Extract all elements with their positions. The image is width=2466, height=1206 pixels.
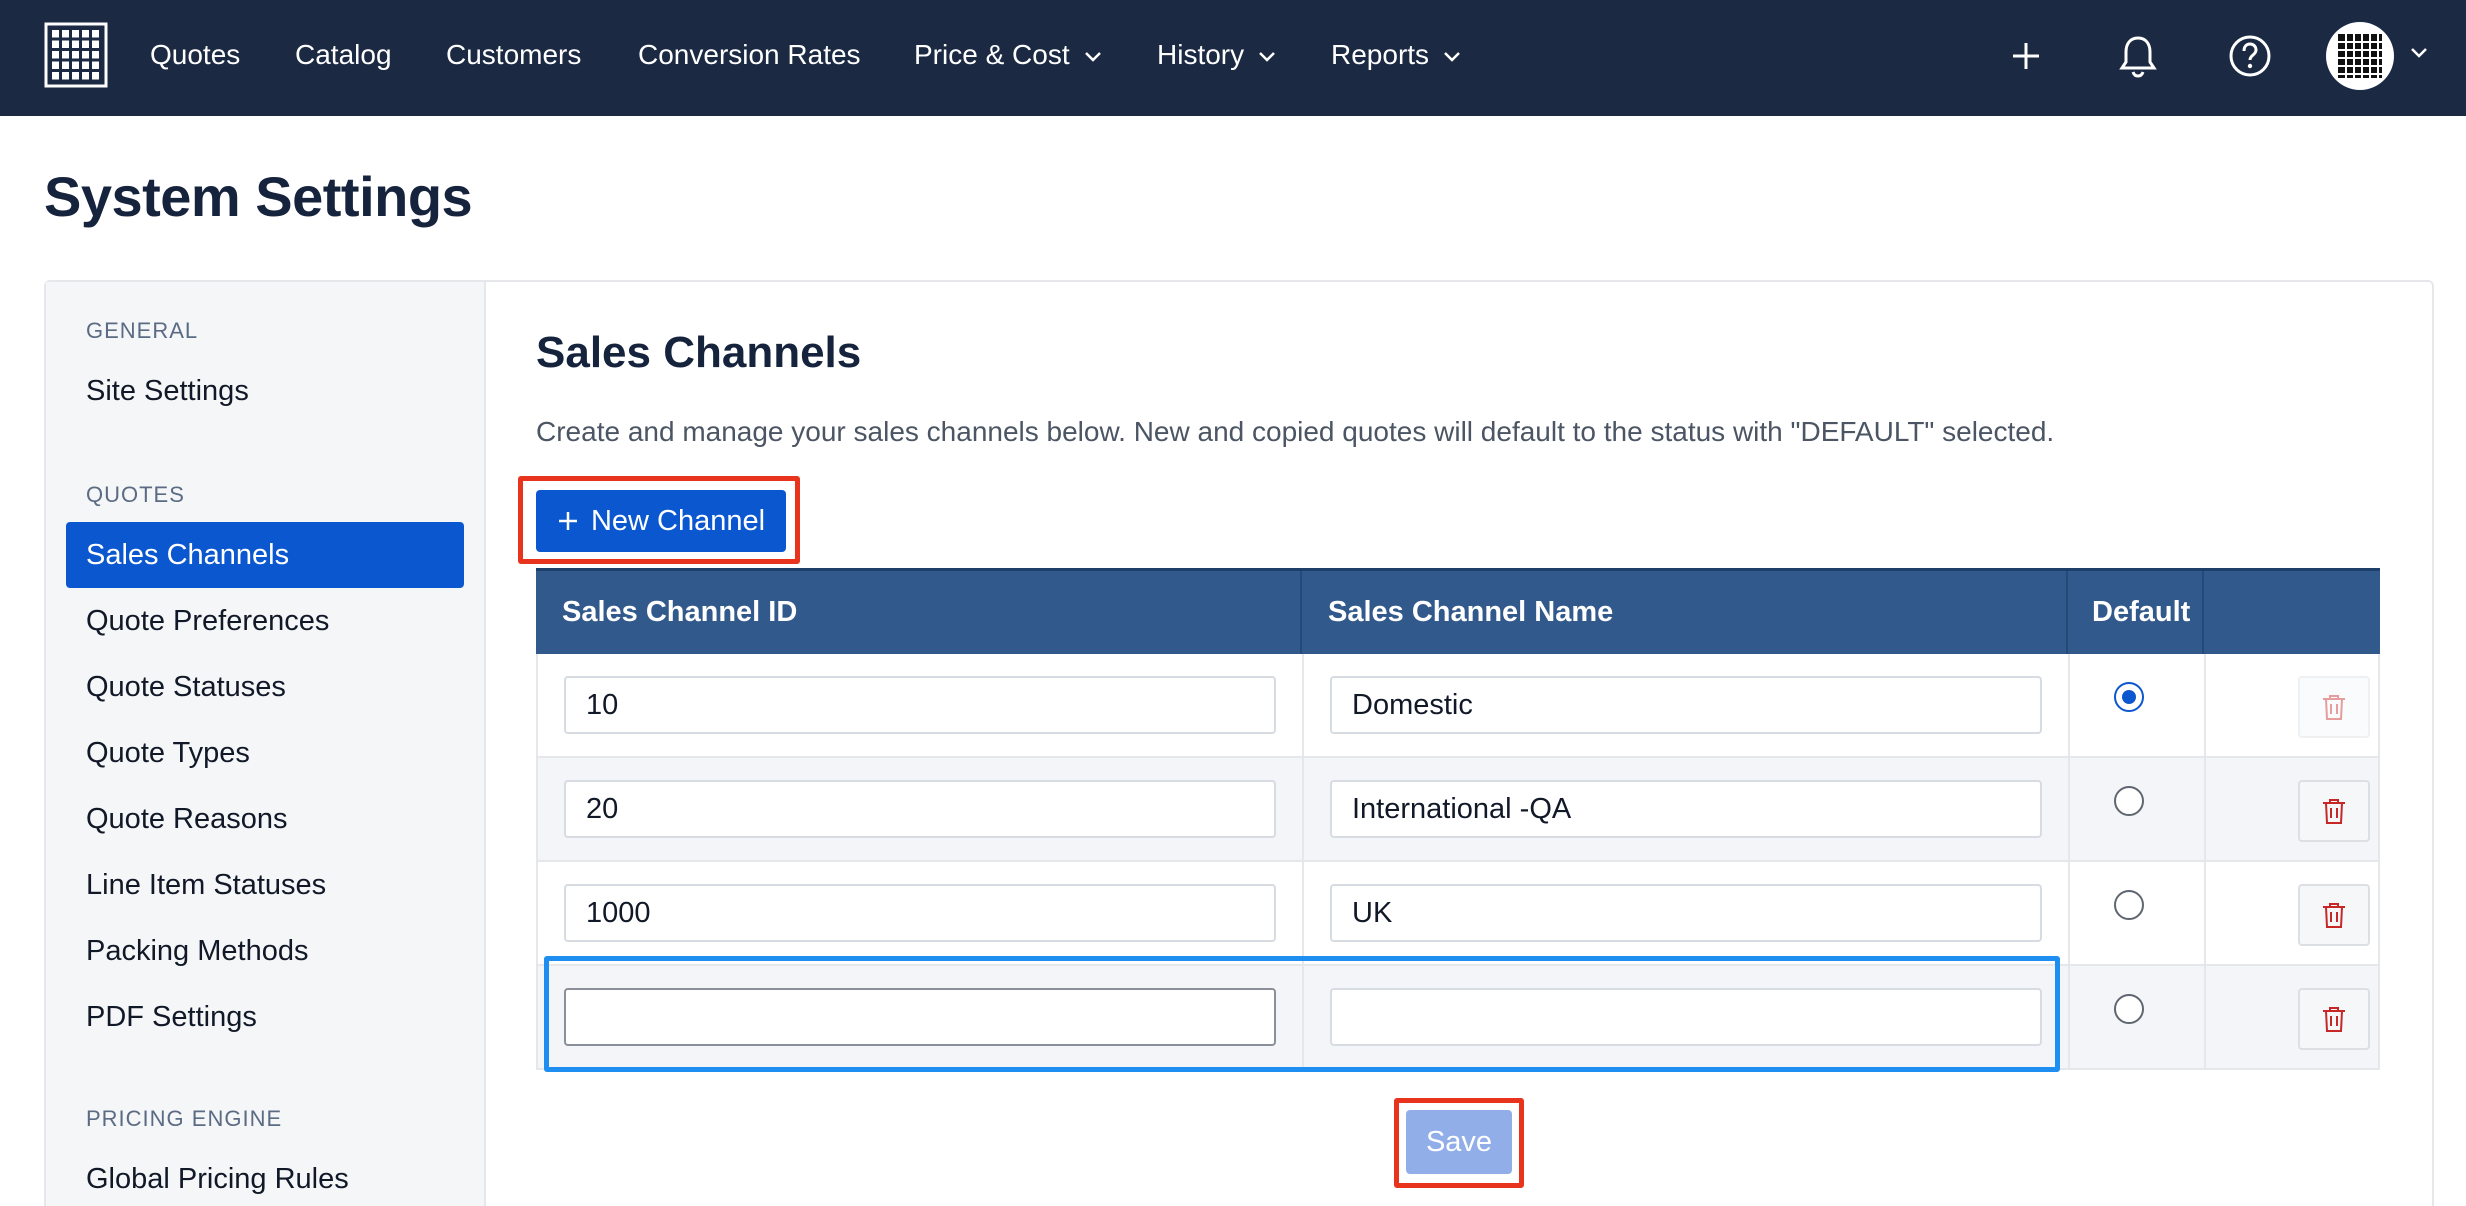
default-radio[interactable] — [2114, 890, 2144, 920]
chevron-down-icon — [1258, 0, 1276, 109]
trash-icon — [2323, 799, 2345, 824]
channel-name-input[interactable]: UK — [1330, 884, 2042, 942]
plus-icon — [558, 512, 577, 530]
nav-reports[interactable]: Reports — [1331, 0, 1461, 110]
nav-quotes[interactable]: Quotes — [150, 0, 240, 110]
default-radio[interactable] — [2114, 682, 2144, 712]
app-logo-icon[interactable] — [44, 22, 108, 88]
annotation-highlight-new-row — [544, 956, 2060, 1072]
sidebar-item-quote-types[interactable]: Quote Types — [66, 720, 464, 786]
chevron-down-icon — [1443, 0, 1461, 109]
nav-catalog[interactable]: Catalog — [295, 0, 392, 110]
new-channel-button[interactable]: New Channel — [536, 490, 786, 552]
sidebar-item-pdf-settings[interactable]: PDF Settings — [66, 984, 464, 1050]
delete-button[interactable] — [2298, 780, 2370, 842]
table-row: 10 Domestic — [536, 654, 2380, 758]
bell-icon[interactable] — [2110, 28, 2166, 84]
table-header: Sales Channel ID Sales Channel Name Defa… — [536, 568, 2380, 654]
help-icon[interactable] — [2222, 28, 2278, 84]
sidebar-item-packing-methods[interactable]: Packing Methods — [66, 918, 464, 984]
top-navbar: Quotes Catalog Customers Conversion Rate… — [0, 0, 2466, 116]
column-header-name: Sales Channel Name — [1302, 571, 2068, 654]
column-header-id: Sales Channel ID — [536, 571, 1302, 654]
sidebar-heading-pricing-engine: PRICING ENGINE — [86, 1106, 283, 1131]
chevron-down-icon[interactable] — [2410, 46, 2428, 64]
trash-icon — [2323, 1007, 2345, 1032]
column-header-default: Default — [2068, 571, 2204, 654]
default-radio[interactable] — [2114, 994, 2144, 1024]
channel-id-input[interactable]: 10 — [564, 676, 1276, 734]
trash-icon — [2323, 695, 2345, 720]
table-row: 20 International -QA — [536, 758, 2380, 862]
sidebar-heading-quotes: QUOTES — [86, 482, 185, 507]
avatar-grid-icon — [2338, 34, 2382, 78]
page-title: System Settings — [44, 165, 473, 228]
trash-icon — [2323, 903, 2345, 928]
delete-button[interactable] — [2298, 676, 2370, 738]
save-button[interactable]: Save — [1406, 1110, 1512, 1174]
channel-name-input[interactable]: Domestic — [1330, 676, 2042, 734]
section-title: Sales Channels — [536, 328, 862, 377]
sidebar-item-global-pricing-rules[interactable]: Global Pricing Rules — [66, 1146, 464, 1206]
nav-price-cost[interactable]: Price & Cost — [914, 0, 1102, 110]
channel-name-input[interactable]: International -QA — [1330, 780, 2042, 838]
delete-button[interactable] — [2298, 884, 2370, 946]
sidebar-heading-general: GENERAL — [86, 318, 199, 343]
table-row: 1000 UK — [536, 862, 2380, 966]
channel-id-input[interactable]: 1000 — [564, 884, 1276, 942]
sidebar-item-site-settings[interactable]: Site Settings — [66, 358, 464, 424]
sidebar-item-quote-statuses[interactable]: Quote Statuses — [66, 654, 464, 720]
delete-button[interactable] — [2298, 988, 2370, 1050]
plus-icon[interactable] — [1998, 28, 2054, 84]
default-radio[interactable] — [2114, 786, 2144, 816]
avatar[interactable] — [2326, 22, 2394, 90]
sidebar-item-sales-channels[interactable]: Sales Channels — [66, 522, 464, 588]
sidebar-item-line-item-statuses[interactable]: Line Item Statuses — [66, 852, 464, 918]
channel-id-input[interactable]: 20 — [564, 780, 1276, 838]
section-description: Create and manage your sales channels be… — [536, 416, 2055, 447]
nav-conversion-rates[interactable]: Conversion Rates — [638, 0, 861, 110]
nav-customers[interactable]: Customers — [446, 0, 581, 110]
sidebar-item-quote-preferences[interactable]: Quote Preferences — [66, 588, 464, 654]
nav-history[interactable]: History — [1157, 0, 1276, 110]
column-header-actions — [2204, 571, 2380, 654]
chevron-down-icon — [1084, 0, 1102, 109]
sidebar-item-quote-reasons[interactable]: Quote Reasons — [66, 786, 464, 852]
